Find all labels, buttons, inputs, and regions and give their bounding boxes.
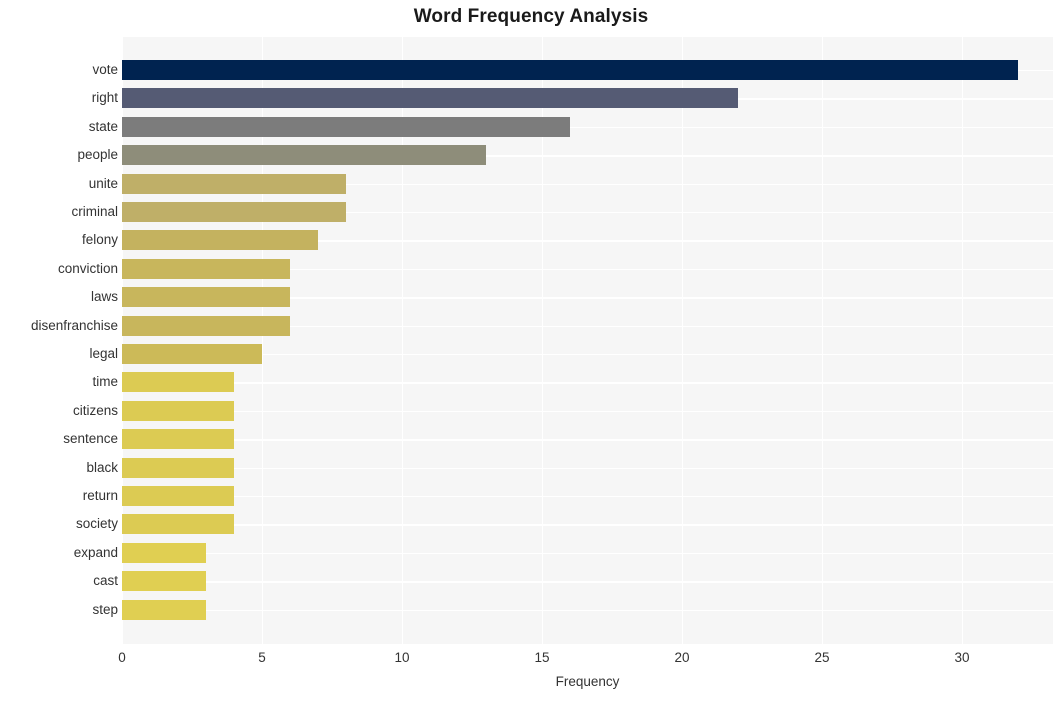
horizontal-gridline [122, 552, 1053, 555]
bar [122, 542, 206, 563]
y-axis-tick-label: time [92, 374, 118, 390]
bar [122, 400, 234, 421]
bar [122, 344, 262, 364]
bar [122, 372, 234, 393]
horizontal-gridline [122, 609, 1053, 611]
y-axis-tick-label: felony [81, 232, 118, 248]
horizontal-gridline [122, 496, 1053, 498]
bar [122, 258, 290, 279]
y-axis-tick-label: people [77, 147, 118, 163]
bar [122, 571, 206, 592]
bar [122, 202, 346, 222]
x-axis-tick-label: 30 [954, 650, 970, 665]
bar [122, 486, 234, 506]
horizontal-gridline [122, 382, 1053, 384]
bar [122, 429, 234, 450]
horizontal-gridline [122, 524, 1053, 526]
y-axis-tick-label: conviction [57, 260, 118, 276]
y-axis-tick-label: unite [88, 175, 118, 191]
y-axis-tick-label: society [75, 516, 118, 532]
y-axis-tick-labels: vote right state people unite criminal felony c… [0, 37, 118, 644]
y-axis-tick-label: state [88, 118, 118, 134]
y-axis-tick-label: vote [92, 62, 118, 77]
x-axis-tick-labels: 0 5 10 15 20 25 30 [0, 650, 1062, 670]
bar [122, 88, 738, 109]
y-axis-tick-label: laws [90, 289, 118, 305]
x-axis-tick-label: 15 [534, 650, 550, 665]
horizontal-gridline [122, 581, 1053, 583]
bar [122, 173, 346, 194]
plot-area [122, 37, 1053, 644]
horizontal-gridline [122, 439, 1053, 441]
x-axis-tick-label: 25 [814, 650, 830, 665]
bar [122, 287, 290, 308]
y-axis-tick-label: right [91, 90, 118, 106]
bar [122, 116, 570, 137]
bar [122, 599, 206, 620]
y-axis-tick-label: return [82, 488, 118, 503]
x-axis-title: Frequency [555, 674, 620, 689]
y-axis-tick-label: citizens [72, 402, 118, 418]
x-axis-tick-label: 0 [118, 650, 126, 665]
page-title: Word Frequency Analysis [413, 6, 649, 27]
bar [122, 145, 486, 166]
bar [122, 60, 1018, 80]
y-axis-tick-label: cast [93, 573, 118, 589]
x-axis-tick-label: 10 [394, 650, 410, 665]
y-axis-tick-label: legal [89, 346, 118, 361]
chart-figure: Word Frequency Analysis vote right state pe… [0, 0, 1062, 701]
y-axis-tick-label: step [92, 601, 118, 617]
x-axis-tick-label: 20 [674, 650, 690, 665]
y-axis-tick-label: black [86, 459, 118, 475]
bar [122, 514, 234, 535]
y-axis-tick-label: sentence [63, 431, 118, 447]
y-axis-tick-label: expand [73, 544, 118, 560]
y-axis-tick-label: criminal [71, 204, 118, 219]
bar [122, 315, 290, 336]
bar [122, 457, 234, 478]
horizontal-gridline [122, 467, 1053, 469]
x-axis-tick-label: 5 [258, 650, 266, 665]
bar [122, 230, 318, 251]
horizontal-gridline [122, 410, 1053, 413]
y-axis-tick-label: disenfranchise [30, 317, 118, 333]
